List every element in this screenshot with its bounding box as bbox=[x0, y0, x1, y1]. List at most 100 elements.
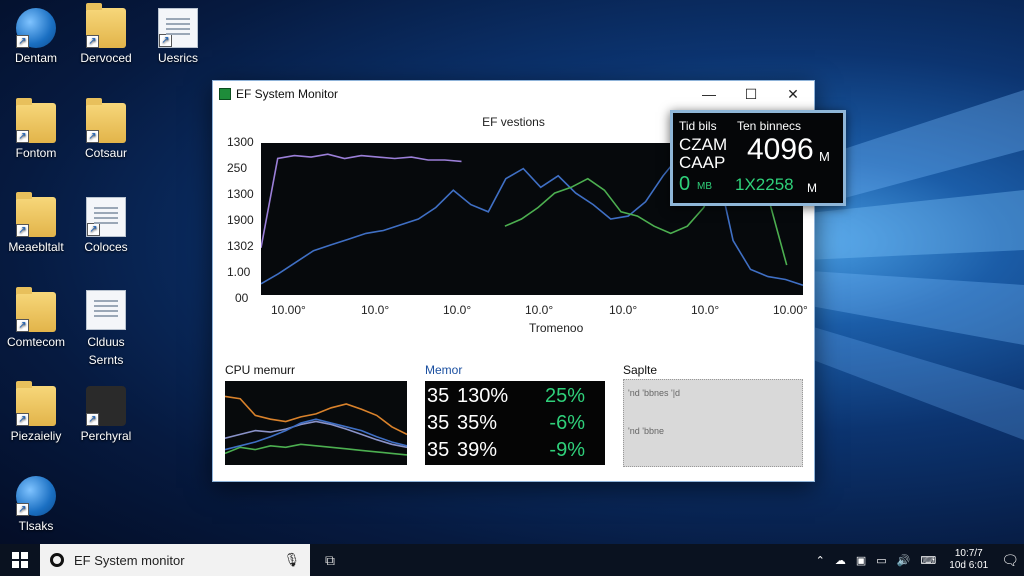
memory-cell: 39% bbox=[457, 439, 498, 461]
memory-cell: 35% bbox=[457, 412, 498, 434]
chevron-up-icon[interactable]: ⌃ bbox=[816, 554, 825, 567]
folder-icon: ↗ bbox=[86, 3, 126, 48]
microphone-icon[interactable]: 🎙 bbox=[283, 552, 300, 568]
document-icon: ↗ bbox=[158, 8, 198, 48]
sample-section-label: Saplte bbox=[623, 363, 658, 377]
maximize-button[interactable]: ☐ bbox=[730, 81, 772, 107]
document-icon: ↗ bbox=[86, 197, 126, 237]
folder-icon: ↗ bbox=[86, 98, 126, 143]
desktop-icon-piezaieliy[interactable]: ↗ Piezaieliy bbox=[0, 381, 76, 443]
y-tick-label: 1302 bbox=[227, 239, 254, 253]
memory-cell: 130% bbox=[457, 385, 509, 407]
memory-section-label: Memor bbox=[425, 363, 463, 377]
desktop-icon-fontom[interactable]: ↗ Fontom bbox=[0, 98, 76, 160]
memory-row: 35 130% 25% bbox=[425, 383, 605, 410]
close-button[interactable]: ✕ bbox=[772, 81, 814, 107]
desktop-icon-cotsaur[interactable]: ↗ Cotsaur bbox=[66, 98, 146, 160]
series-line-3 bbox=[225, 443, 407, 456]
desktop-icon-label: Coloces bbox=[84, 240, 128, 254]
memory-cell: 35 bbox=[427, 439, 450, 461]
desktop-icon-dervoced[interactable]: ↗ Dervoced bbox=[66, 3, 146, 65]
memory-cell: 35 bbox=[427, 412, 450, 434]
overlay-header: Ten binnecs bbox=[737, 119, 802, 133]
keyboard-icon[interactable]: ⌨ bbox=[920, 554, 936, 567]
desktop-icon-meaebltalt[interactable]: ↗ Meaebltalt bbox=[0, 192, 76, 254]
x-axis-label: Tromenoo bbox=[529, 321, 584, 335]
desktop-icon-label: Perchyral bbox=[80, 429, 132, 443]
memory-cell: 35 bbox=[427, 385, 450, 407]
overlay-green-value: 0 bbox=[679, 173, 691, 195]
app-icon: ↗ bbox=[86, 386, 126, 426]
y-tick-label: 00 bbox=[235, 291, 249, 305]
cloud-icon[interactable]: ☁ bbox=[835, 554, 846, 567]
y-tick-label: 1900 bbox=[227, 213, 254, 227]
notification-icon[interactable]: 🗨 bbox=[1001, 552, 1019, 569]
folder-icon: ↗ bbox=[16, 98, 56, 143]
overlay-big-unit: M bbox=[819, 149, 830, 164]
desktop-icon-label: Clduus Sernts bbox=[87, 335, 125, 367]
x-tick-label: 10.0° bbox=[525, 303, 554, 317]
x-tick-label: 10.0° bbox=[691, 303, 720, 317]
desktop-icon-label: Fontom bbox=[15, 146, 57, 160]
overlay-green-value: 1X2258 bbox=[735, 175, 794, 194]
overlay-label: CAAP bbox=[679, 153, 726, 172]
folder-icon: ↗ bbox=[16, 192, 56, 237]
desktop-icon-label: Cotsaur bbox=[84, 146, 128, 160]
monitor-icon[interactable]: ▭ bbox=[876, 554, 886, 567]
overlay-header: Tid bils bbox=[679, 119, 717, 133]
folder-icon: ↗ bbox=[16, 287, 56, 332]
globe-icon: ↗ bbox=[16, 8, 56, 48]
windows-logo-icon bbox=[12, 552, 28, 568]
clock-date: 10d 6:01 bbox=[949, 560, 989, 571]
taskbar-search-box[interactable]: EF System monitor 🎙 bbox=[40, 544, 310, 576]
minimize-button[interactable]: — bbox=[688, 81, 730, 107]
overlay-label: CZAM bbox=[679, 135, 728, 154]
taskbar-clock[interactable]: 10:7/7 10d 6:01 bbox=[949, 548, 988, 572]
series-line-0 bbox=[225, 395, 407, 436]
memory-row: 35 39% -9% bbox=[425, 437, 605, 464]
sample-row: 'nd 'bbne bbox=[628, 426, 664, 436]
memory-row: 35 35% -6% bbox=[425, 410, 605, 437]
window-titlebar[interactable]: EF System Monitor — ☐ ✕ bbox=[213, 81, 814, 107]
clock-time: 10:7/7 bbox=[954, 548, 983, 559]
x-tick-label: 10.0° bbox=[443, 303, 472, 317]
folder-icon: ↗ bbox=[16, 381, 56, 426]
sample-panel: 'nd 'bbnes '|d 'nd 'bbne bbox=[623, 379, 803, 467]
x-tick-label: 10.00° bbox=[773, 303, 808, 317]
stats-overlay-panel[interactable]: Tid bils Ten binnecs CZAM CAAP 4096 M 0 … bbox=[670, 110, 846, 206]
system-tray: ⌃ ☁ ▣ ▭ 🔊 ⌨ 10:7/7 10d 6:01 🗨 bbox=[811, 548, 1024, 572]
start-button[interactable] bbox=[0, 544, 40, 576]
volume-icon[interactable]: 🔊 bbox=[897, 554, 911, 567]
desktop-icon-label: Comtecom bbox=[6, 335, 65, 349]
y-tick-label: 1.00 bbox=[227, 265, 251, 279]
desktop-icon-clduus-sernts[interactable]: Clduus Sernts bbox=[66, 290, 146, 369]
y-tick-label: 1300 bbox=[227, 187, 254, 201]
cpu-mini-chart bbox=[225, 381, 407, 465]
network-icon[interactable]: ▣ bbox=[856, 554, 866, 567]
desktop-icon-dentam[interactable]: ↗ Dentam bbox=[0, 8, 76, 65]
app-icon bbox=[219, 88, 231, 100]
overlay-green-unit: M bbox=[807, 181, 817, 195]
search-text: EF System monitor bbox=[74, 552, 185, 568]
memory-table: 35 130% 25% 35 35% -6% 35 39% -9% bbox=[425, 381, 605, 465]
x-tick-label: 10.0° bbox=[361, 303, 390, 317]
desktop-icon-label: Meaebltalt bbox=[8, 240, 64, 254]
taskbar: EF System monitor 🎙 ⧉ ⌃ ☁ ▣ ▭ 🔊 ⌨ 10:7/7… bbox=[0, 544, 1024, 576]
window-title: EF System Monitor bbox=[236, 87, 339, 101]
desktop-icon-label: Uesrics bbox=[157, 51, 198, 65]
desktop-icon-label: Piezaieliy bbox=[10, 429, 62, 443]
desktop-icon-label: Dervoced bbox=[80, 51, 132, 65]
memory-delta: -6% bbox=[549, 412, 585, 434]
task-view-button[interactable]: ⧉ bbox=[310, 544, 350, 576]
desktop-icon-coloces[interactable]: ↗ Coloces bbox=[66, 197, 146, 254]
globe-icon: ↗ bbox=[16, 476, 56, 516]
desktop-icon-perchyral[interactable]: ↗ Perchyral bbox=[66, 386, 146, 443]
desktop-icon-tlsaks[interactable]: ↗ Tlsaks bbox=[0, 476, 76, 533]
y-tick-label: 250 bbox=[227, 161, 248, 175]
overlay-big-value: 4096 bbox=[747, 133, 814, 166]
desktop-icon-comtecom[interactable]: ↗ Comtecom bbox=[0, 287, 76, 349]
desktop-icon-uesrics[interactable]: ↗ Uesrics bbox=[138, 8, 218, 65]
document-icon bbox=[86, 290, 126, 330]
x-tick-label: 10.00° bbox=[271, 303, 306, 317]
x-tick-label: 10.0° bbox=[609, 303, 638, 317]
